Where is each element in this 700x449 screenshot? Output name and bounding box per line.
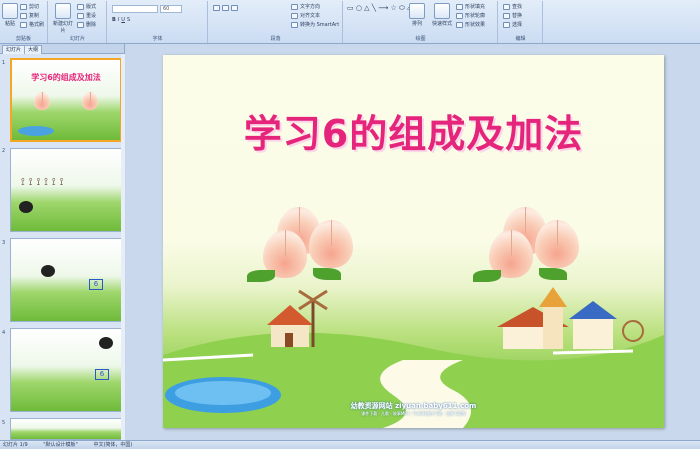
peach-icon [34, 92, 50, 110]
watermark-title: 幼教资源网站 ziyuan.baby611.com [350, 402, 477, 410]
font-name-select[interactable] [112, 5, 158, 13]
align-text-icon [291, 12, 298, 19]
bullets-icon [213, 5, 220, 11]
mushroom-row-icon: ⟟⟟⟟⟟⟟⟟ [21, 177, 68, 188]
shape-effects-button[interactable]: 形状效果 [456, 21, 485, 28]
thumb-number: 2 [2, 148, 6, 154]
shapes-gallery[interactable]: ▭ ○ △ ╲ ⟶ ☆ ⬭ ▱ [347, 4, 413, 13]
slide-thumbnail-3[interactable]: 6 [10, 238, 122, 322]
editing-group: 查找 替换 选择 编辑 [499, 1, 543, 43]
brush-icon [20, 21, 27, 28]
select-icon [503, 21, 510, 28]
rabbit-icon [41, 265, 55, 277]
cut-button[interactable]: 剪切 [20, 3, 39, 10]
slide-position: 幻灯片 1/9 [3, 442, 28, 448]
slide-thumbnail-1[interactable]: 学习6的组成及加法 [10, 58, 122, 142]
drawing-group: ▭ ○ △ ╲ ⟶ ☆ ⬭ ▱ 排列 快速样式 形状填充 形状轮廓 形状效果 绘… [344, 1, 498, 43]
delete-icon [77, 21, 84, 28]
number-box: 6 [95, 369, 109, 380]
new-slide-button[interactable]: 新建幻灯片 [52, 3, 74, 34]
language-indicator: 中文(简体，中国) [93, 442, 133, 448]
smartart-icon [291, 21, 298, 28]
format-painter-button[interactable]: 格式刷 [20, 21, 44, 28]
paragraph-list-buttons[interactable] [213, 5, 238, 11]
find-icon [503, 3, 510, 10]
paste-icon [2, 3, 18, 19]
delete-button[interactable]: 删除 [77, 21, 96, 28]
quick-styles-button[interactable]: 快速样式 [430, 3, 454, 27]
rabbit-icon [99, 337, 113, 349]
text-direction-button[interactable]: 文字方向 [291, 3, 320, 10]
outline-icon [456, 12, 463, 19]
shape-outline-button[interactable]: 形状轮廓 [456, 12, 485, 19]
tab-outline[interactable]: 大纲 [24, 45, 43, 54]
shape-fill-button[interactable]: 形状填充 [456, 3, 485, 10]
thumb-number: 4 [2, 330, 6, 336]
peach-icon [82, 92, 98, 110]
copy-icon [20, 12, 27, 19]
layout-button[interactable]: 版式 [77, 3, 96, 10]
rabbit-icon [19, 201, 33, 213]
copy-button[interactable]: 复制 [20, 12, 39, 19]
status-bar: 幻灯片 1/9 "默认设计模板" 中文(简体，中国) [0, 440, 700, 449]
thumb-title: 学习6的组成及加法 [31, 73, 101, 82]
paragraph-group: 文字方向 对齐文本 转换为 SmartArt 段落 [209, 1, 343, 43]
thumb-number: 1 [2, 60, 6, 66]
panel-scrollbar[interactable] [121, 54, 125, 440]
indent-icon [231, 5, 238, 11]
tab-slides[interactable]: 幻灯片 [2, 45, 26, 54]
thumb-number: 5 [2, 420, 6, 426]
pond-shape [18, 126, 54, 136]
scissors-icon [20, 3, 27, 10]
watermark-subtitle: 课件下载 · 儿歌 · 故事MP3 · FLASH课件下载 · 试卷下载等 [361, 411, 466, 416]
layout-icon [77, 3, 84, 10]
find-button[interactable]: 查找 [503, 3, 522, 10]
reset-button[interactable]: 重设 [77, 12, 96, 19]
editing-label: 编辑 [515, 36, 526, 42]
smartart-button[interactable]: 转换为 SmartArt [291, 21, 339, 28]
ribbon: 粘贴 剪切 复制 格式刷 剪贴板 新建幻灯片 版式 重设 删除 幻灯片 60 B… [0, 0, 700, 44]
theme-name: "默认设计模板" [43, 442, 78, 448]
clipboard-group: 粘贴 剪切 复制 格式刷 剪贴板 [0, 1, 48, 43]
replace-icon [503, 12, 510, 19]
slide-thumbnail-2[interactable]: ⟟⟟⟟⟟⟟⟟ [10, 148, 122, 232]
current-slide[interactable]: 学习6的组成及加法 幼教资源网站 ziyuan.baby611.com 课件下载… [163, 55, 664, 428]
slide-thumbnail-5[interactable] [10, 418, 122, 440]
font-format-buttons[interactable]: B I U S [112, 17, 130, 23]
slide-thumbnail-4[interactable]: 6 [10, 328, 122, 412]
slides-group: 新建幻灯片 版式 重设 删除 幻灯片 [49, 1, 107, 43]
select-button[interactable]: 选择 [503, 21, 522, 28]
arrange-icon [409, 3, 425, 19]
font-size-select[interactable]: 60 [160, 5, 182, 13]
font-label: 字体 [152, 36, 163, 42]
paragraph-label: 段落 [270, 36, 281, 42]
replace-button[interactable]: 替换 [503, 12, 522, 19]
reset-icon [77, 12, 84, 19]
thumb-number: 3 [2, 240, 6, 246]
text-direction-icon [291, 3, 298, 10]
drawing-label: 绘图 [415, 36, 426, 42]
new-slide-icon [55, 3, 71, 19]
font-group: 60 B I U S 字体 [108, 1, 208, 43]
arrange-button[interactable]: 排列 [408, 3, 426, 27]
align-text-button[interactable]: 对齐文本 [291, 12, 320, 19]
numbering-icon [222, 5, 229, 11]
slide-thumbnail-panel: 幻灯片 大纲 1 学习6的组成及加法 2 ⟟⟟⟟⟟⟟⟟ 3 6 4 6 5 [0, 44, 125, 440]
scenery-illustration [163, 287, 664, 428]
slides-label: 幻灯片 [69, 36, 85, 42]
panel-tabs: 幻灯片 大纲 [0, 44, 124, 54]
quick-styles-icon [434, 3, 450, 19]
effects-icon [456, 21, 463, 28]
number-box: 6 [89, 279, 103, 290]
clipboard-label: 剪贴板 [15, 36, 31, 42]
paste-button[interactable]: 粘贴 [2, 3, 18, 27]
fill-icon [456, 3, 463, 10]
